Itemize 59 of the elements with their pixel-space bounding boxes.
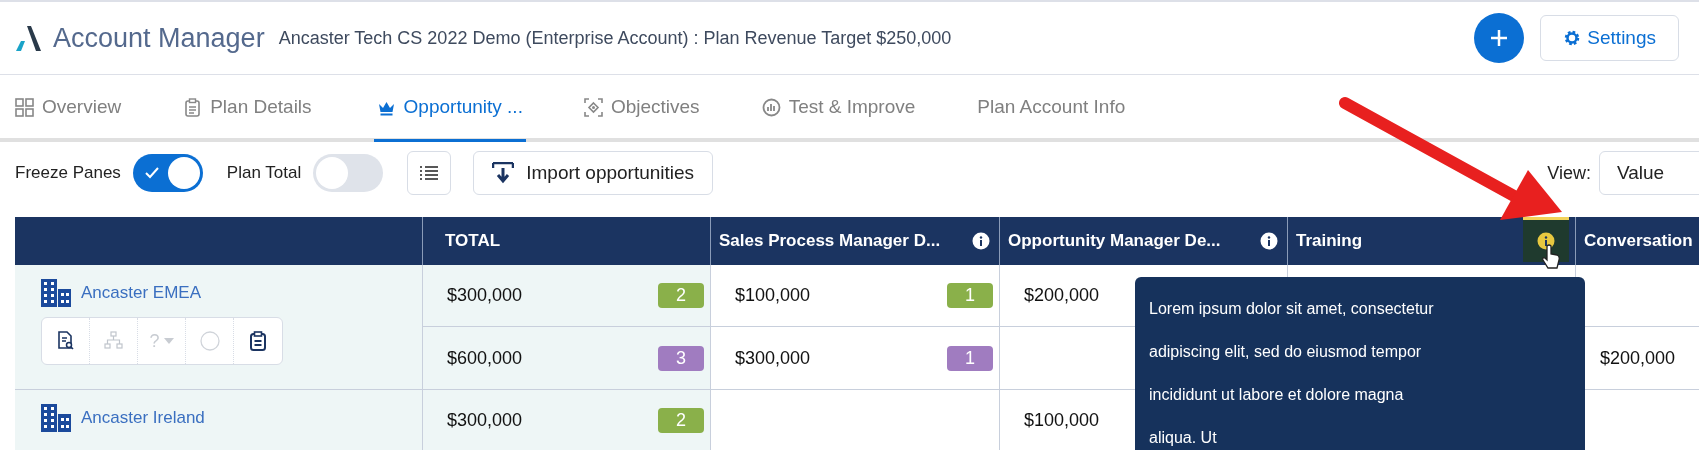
- check-icon: [144, 167, 159, 179]
- count-badge: 3: [658, 345, 704, 371]
- view-label: View:: [1547, 161, 1591, 185]
- list-view-button[interactable]: [407, 151, 452, 195]
- logo-icon: [15, 24, 41, 52]
- amount-cell-text: $100,000: [735, 284, 811, 307]
- tab[interactable]: Plan Details: [183, 75, 312, 142]
- count-badge: 2: [658, 408, 704, 433]
- toggle-label: Freeze Panes: [15, 162, 121, 185]
- list-icon: [420, 166, 439, 180]
- tooltip-text: Lorem ipsum dolor sit amet, consectetur adipiscing elit, sed do eiusmod tempor incididunt ut labore et dolore magna aliqua. Ut: [1149, 299, 1435, 448]
- view-select[interactable]: Value: [1599, 151, 1699, 195]
- amount-cell-text: $300,000: [447, 409, 523, 432]
- add-button[interactable]: [1474, 13, 1525, 63]
- amount-cell-text: $300,000: [735, 346, 811, 370]
- amount-cell-text: $200,000: [1024, 284, 1100, 307]
- circle-icon: [199, 331, 220, 351]
- column-header: Conversation: [1584, 230, 1694, 253]
- building-icon: [41, 404, 71, 432]
- app-title: Account Manager: [53, 21, 265, 55]
- clipboard-icon: [183, 97, 203, 117]
- amount-cell-text: $300,000: [447, 284, 523, 307]
- clipboard-icon: [248, 331, 268, 351]
- count-badge: 1: [947, 283, 993, 308]
- grid-icon: [15, 97, 34, 117]
- tab[interactable]: Opportunity ...: [373, 75, 526, 142]
- toggle-label: Plan Total: [226, 162, 302, 185]
- gear-icon: [1563, 29, 1582, 47]
- building-icon: [41, 279, 71, 307]
- account-link[interactable]: Ancaster Ireland: [81, 405, 205, 431]
- tab[interactable]: Plan Account Info: [977, 75, 1126, 142]
- chart-icon: [761, 97, 781, 117]
- column-header: TOTAL: [444, 230, 502, 253]
- amount-cell-text: $100,000: [1024, 409, 1100, 432]
- tab[interactable]: Overview: [15, 75, 122, 142]
- toggle-switch[interactable]: [132, 154, 203, 192]
- document-search-icon: [55, 331, 76, 351]
- amount-cell-text: $600,000: [447, 346, 523, 370]
- hierarchy-icon: [103, 331, 124, 351]
- download-icon: [492, 162, 515, 184]
- caret-icon: [163, 338, 174, 344]
- tab[interactable]: Test & Improve: [761, 75, 916, 142]
- column-header: Sales Process Manager D...: [719, 230, 942, 253]
- tab[interactable]: Objectives: [583, 75, 700, 142]
- count-badge: 2: [658, 283, 704, 308]
- count-badge: 1: [947, 345, 993, 371]
- import-button[interactable]: Import opportunities: [473, 151, 714, 195]
- plan-subtitle: Ancaster Tech CS 2022 Demo (Enterprise Account) : Plan Revenue Target $250,000: [278, 26, 952, 50]
- hand-cursor-icon: [1541, 244, 1561, 270]
- info-icon: [1260, 232, 1278, 250]
- toggle-switch[interactable]: [313, 154, 384, 192]
- plus-icon: [1489, 28, 1510, 48]
- column-header: Opportunity Manager De...: [1008, 230, 1222, 253]
- target-icon: [583, 97, 603, 117]
- settings-button[interactable]: Settings: [1540, 15, 1679, 61]
- amount-cell-text: $200,000: [1600, 346, 1676, 370]
- info-icon: [972, 232, 990, 250]
- column-header: Training: [1296, 230, 1364, 253]
- account-link[interactable]: Ancaster EMEA: [81, 280, 201, 306]
